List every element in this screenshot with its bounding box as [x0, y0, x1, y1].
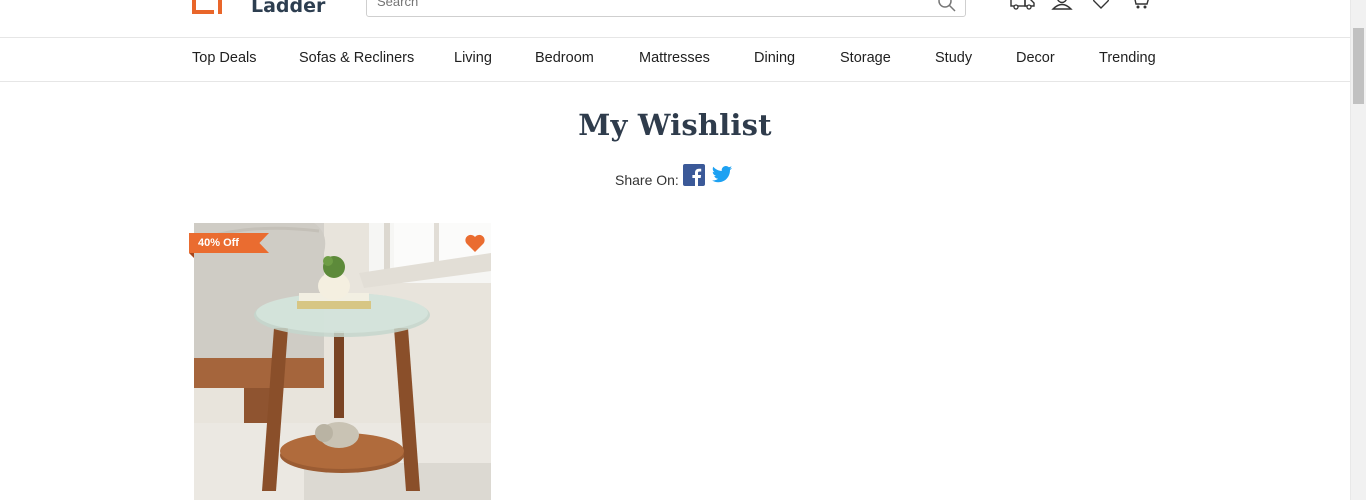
site-header: Ladder — [0, 0, 1350, 38]
cart-icon[interactable] — [1127, 0, 1153, 12]
share-label: Share On: — [615, 172, 679, 188]
nav-item-sofas-recliners[interactable]: Sofas & Recliners — [299, 50, 414, 66]
page-scrollbar[interactable] — [1350, 0, 1366, 500]
header-icons — [1010, 0, 1166, 12]
share-bar: Share On: — [615, 162, 733, 188]
scrollbar-thumb[interactable] — [1353, 28, 1364, 104]
search-box — [366, 0, 966, 17]
facebook-icon[interactable] — [682, 164, 705, 186]
search-icon[interactable] — [937, 0, 957, 13]
nav-item-top-deals[interactable]: Top Deals — [192, 50, 256, 66]
nav-item-bedroom[interactable]: Bedroom — [535, 50, 594, 66]
nav-item-trending[interactable]: Trending — [1099, 50, 1156, 66]
nav-item-living[interactable]: Living — [454, 50, 492, 66]
category-nav: Top Deals Sofas & Recliners Living Bedro… — [0, 38, 1350, 82]
nav-item-storage[interactable]: Storage — [840, 50, 891, 66]
nav-item-decor[interactable]: Decor — [1016, 50, 1055, 66]
logo-mark — [192, 0, 230, 18]
twitter-icon[interactable] — [711, 165, 733, 185]
nav-item-study[interactable]: Study — [935, 50, 972, 66]
product-image[interactable] — [194, 223, 491, 500]
truck-icon[interactable] — [1010, 0, 1036, 12]
wishlist-heart-icon[interactable] — [464, 233, 486, 253]
logo-text: Ladder — [251, 0, 326, 17]
nav-item-mattresses[interactable]: Mattresses — [639, 50, 710, 66]
page-title: My Wishlist — [578, 108, 772, 142]
heart-icon[interactable] — [1088, 0, 1114, 12]
user-icon[interactable] — [1049, 0, 1075, 12]
logo[interactable]: Ladder — [192, 0, 325, 18]
search-input[interactable] — [367, 0, 927, 16]
discount-badge-fold — [189, 253, 194, 258]
wishlist-product-card[interactable] — [194, 223, 491, 500]
nav-item-dining[interactable]: Dining — [754, 50, 795, 66]
discount-badge: 40% Off — [189, 233, 269, 253]
